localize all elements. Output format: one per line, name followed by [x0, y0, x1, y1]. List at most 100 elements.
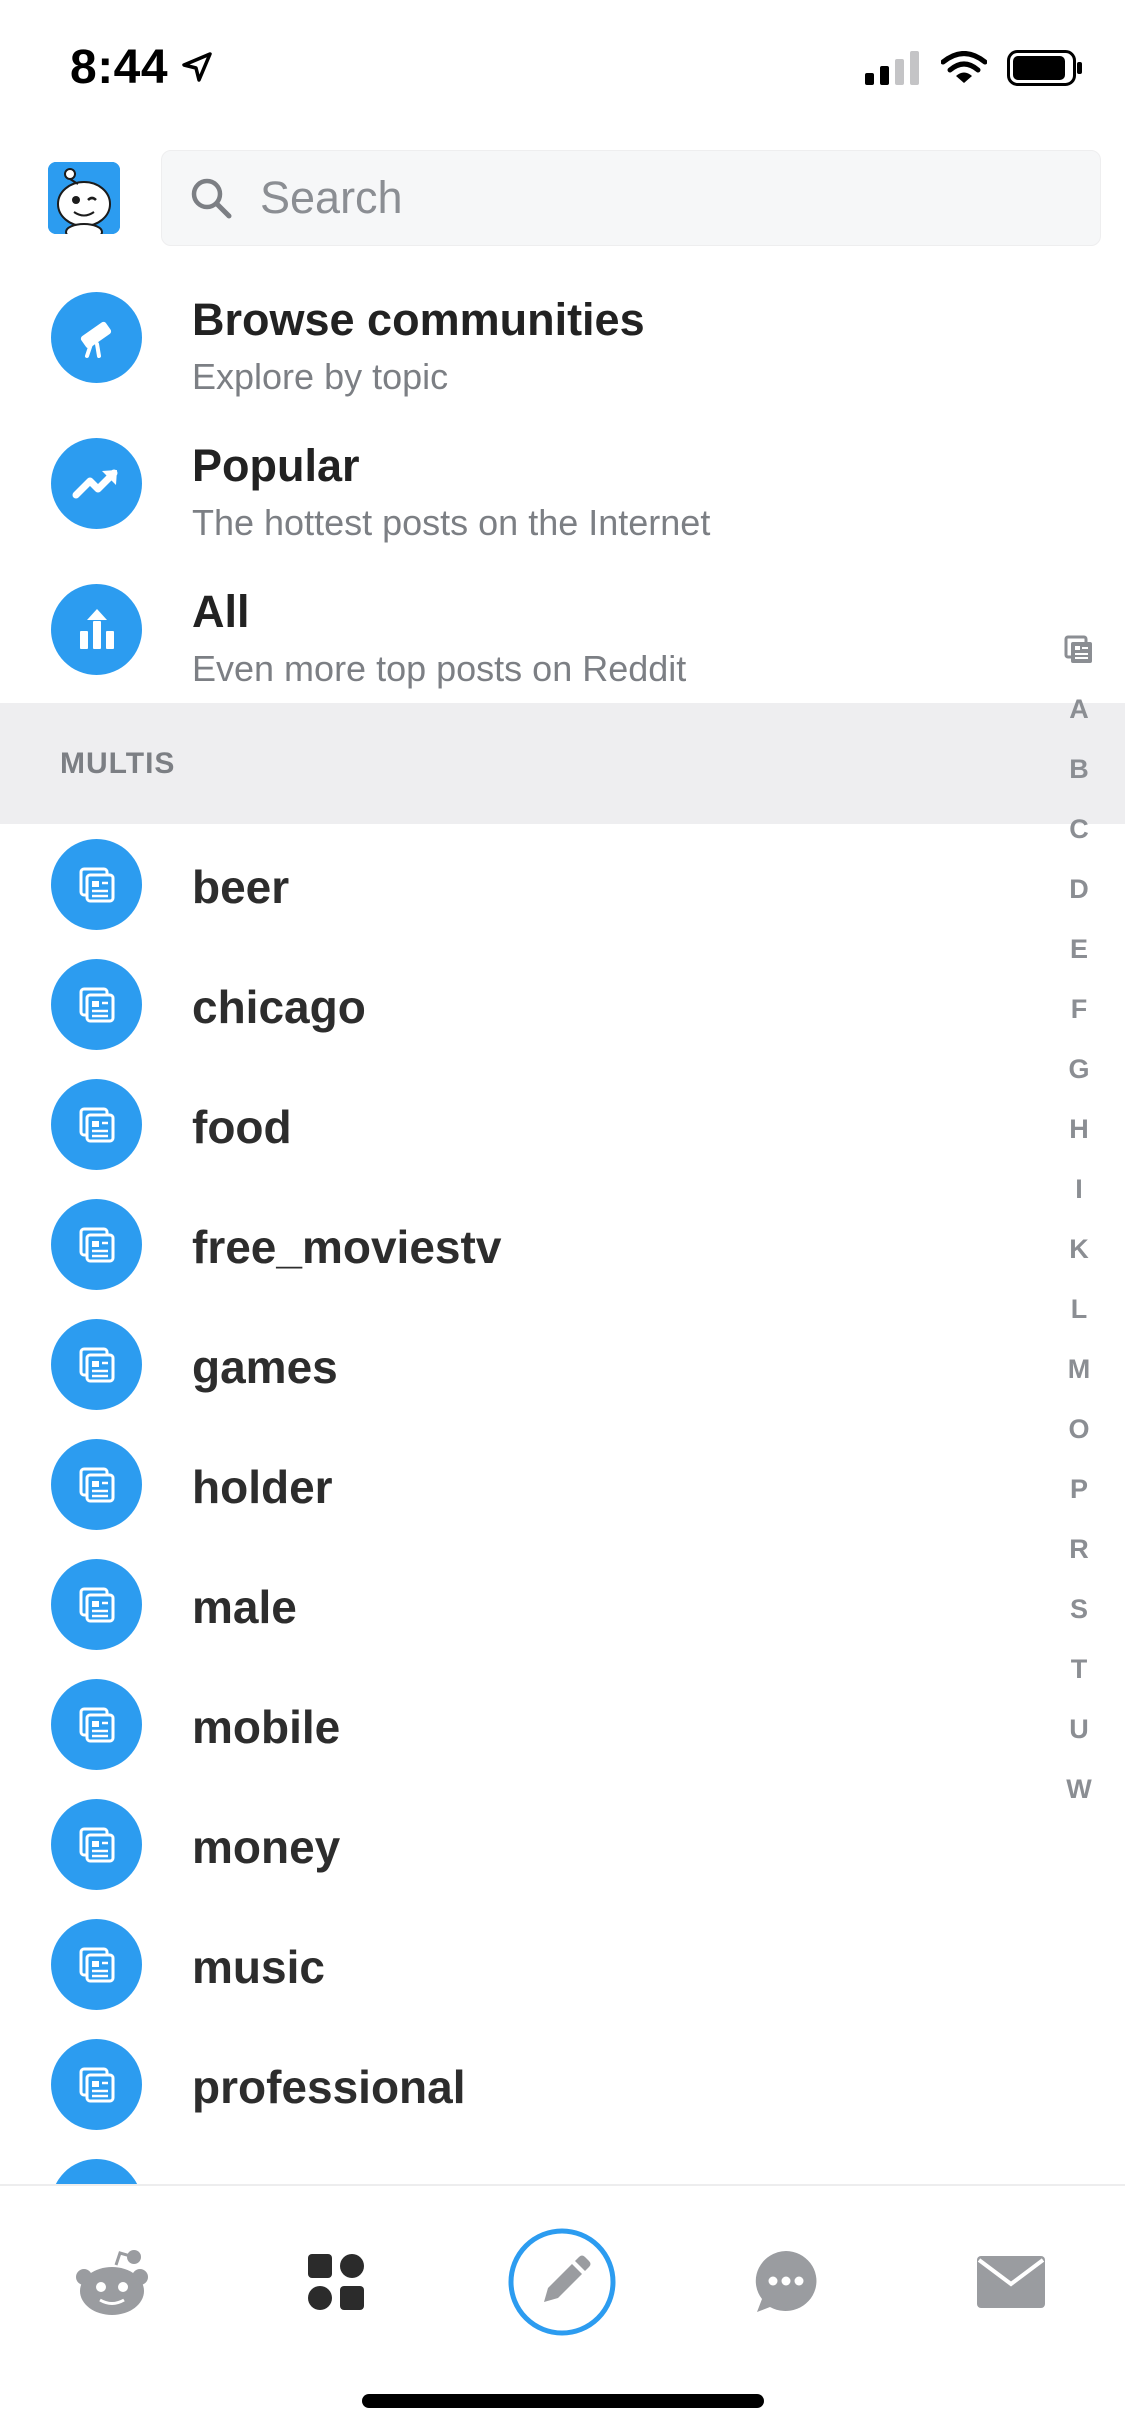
multi-icon [51, 1319, 142, 1410]
multi-item[interactable]: holder [0, 1424, 1060, 1544]
feed-icon-circle [51, 438, 142, 529]
multi-item[interactable]: free_moviestv [0, 1184, 1060, 1304]
index-letter[interactable]: E [1053, 934, 1105, 965]
browse-communities-row[interactable]: Browse communities Explore by topic [0, 264, 1125, 410]
wifi-icon [941, 51, 987, 83]
multi-item-partial[interactable] [0, 2144, 1060, 2184]
tab-inbox[interactable] [955, 2226, 1067, 2338]
multi-label: professional [192, 2061, 466, 2113]
multireddit-icon [79, 987, 114, 1022]
multireddit-icon [79, 867, 114, 902]
multi-label: holder [192, 1461, 333, 1513]
communities-icon [308, 2254, 364, 2310]
index-letter[interactable]: T [1053, 1654, 1105, 1685]
trending-up-icon [72, 469, 117, 498]
bar-chart-up-icon [79, 608, 114, 649]
multi-icon [51, 959, 142, 1050]
index-letter[interactable]: H [1053, 1114, 1105, 1145]
index-letter[interactable]: L [1053, 1294, 1105, 1325]
multi-item[interactable]: male [0, 1544, 1060, 1664]
snoo-avatar-icon [48, 162, 120, 234]
multi-label: chicago [192, 981, 366, 1033]
multi-item[interactable]: chicago [0, 944, 1060, 1064]
tab-communities[interactable] [280, 2226, 392, 2338]
home-indicator [362, 2394, 764, 2408]
index-letter[interactable]: S [1053, 1594, 1105, 1625]
inbox-icon [977, 2256, 1045, 2308]
popular-row[interactable]: Popular The hottest posts on the Interne… [0, 410, 1125, 556]
battery-icon [1007, 50, 1082, 86]
chat-icon [755, 2251, 817, 2312]
status-bar: 8:44 [0, 0, 1125, 140]
search-bar[interactable] [161, 150, 1101, 246]
index-letter[interactable]: I [1053, 1174, 1105, 1205]
multireddit-index-icon[interactable] [1063, 634, 1095, 666]
multis-section-header: MULTIS [0, 703, 1125, 824]
feed-icon-circle [51, 584, 142, 675]
tab-chat[interactable] [730, 2226, 842, 2338]
multi-icon [51, 1799, 142, 1890]
feed-subtitle: Explore by topic [192, 356, 449, 397]
location-arrow-icon [182, 52, 212, 82]
multi-item[interactable]: money [0, 1784, 1060, 1904]
multi-label: beer [192, 861, 290, 913]
multi-item[interactable]: games [0, 1304, 1060, 1424]
feed-icon-circle [51, 292, 142, 383]
index-letter[interactable]: G [1053, 1054, 1105, 1085]
feed-subtitle: Even more top posts on Reddit [192, 648, 687, 689]
multi-icon [51, 1199, 142, 1290]
index-letter[interactable]: R [1053, 1534, 1105, 1565]
multi-item[interactable]: beer [0, 824, 1060, 944]
multireddit-icon [79, 1827, 114, 1862]
multi-icon [51, 1079, 142, 1170]
index-letter[interactable]: A [1053, 694, 1105, 725]
multi-item[interactable]: food [0, 1064, 1060, 1184]
telescope-icon [80, 321, 111, 358]
index-letter[interactable]: O [1053, 1414, 1105, 1445]
index-letter[interactable]: B [1053, 754, 1105, 785]
multi-label: mobile [192, 1701, 341, 1753]
feed-subtitle: The hottest posts on the Internet [192, 502, 711, 543]
section-label: MULTIS [60, 747, 176, 780]
multi-icon [51, 2159, 142, 2184]
index-letter[interactable]: P [1053, 1474, 1105, 1505]
search-input[interactable] [260, 172, 1060, 224]
multireddit-icon [79, 1227, 114, 1262]
multireddit-icon [79, 1587, 114, 1622]
multi-label: food [192, 1101, 292, 1153]
multi-item[interactable]: professional [0, 2024, 1060, 2144]
tab-create-post[interactable] [506, 2226, 618, 2338]
feed-title: All [192, 586, 250, 637]
multireddit-icon [79, 1107, 114, 1142]
all-row[interactable]: All Even more top posts on Reddit [0, 556, 1125, 702]
multi-icon [51, 2039, 142, 2130]
multi-item[interactable]: music [0, 1904, 1060, 2024]
index-letter[interactable]: C [1053, 814, 1105, 845]
status-time: 8:44 [70, 41, 169, 94]
multi-icon [51, 1559, 142, 1650]
multi-item[interactable]: mobile [0, 1664, 1060, 1784]
multi-label: games [192, 1341, 338, 1393]
multi-label: male [192, 1581, 297, 1633]
index-letter[interactable]: U [1053, 1714, 1105, 1745]
multi-label: music [192, 1941, 325, 1993]
status-indicators [865, 50, 1083, 86]
create-post-icon [508, 2228, 616, 2336]
multi-label: free_moviestv [192, 1221, 502, 1273]
feed-title: Browse communities [192, 294, 645, 345]
multis-list[interactable]: beer chicago food free_moviestv games ho… [0, 824, 1125, 2184]
index-letter[interactable]: F [1053, 994, 1105, 1025]
index-letter[interactable]: D [1053, 874, 1105, 905]
index-letter[interactable]: K [1053, 1234, 1105, 1265]
index-letter[interactable]: M [1053, 1354, 1105, 1385]
feed-title: Popular [192, 440, 360, 491]
multi-icon [51, 1439, 142, 1530]
multi-icon [51, 1679, 142, 1770]
multireddit-icon [79, 1947, 114, 1982]
avatar[interactable] [48, 162, 120, 234]
tab-home[interactable] [56, 2226, 168, 2338]
cellular-signal-icon [865, 51, 919, 85]
multi-icon [51, 839, 142, 930]
multi-icon [51, 1919, 142, 2010]
index-letter[interactable]: W [1053, 1774, 1105, 1805]
